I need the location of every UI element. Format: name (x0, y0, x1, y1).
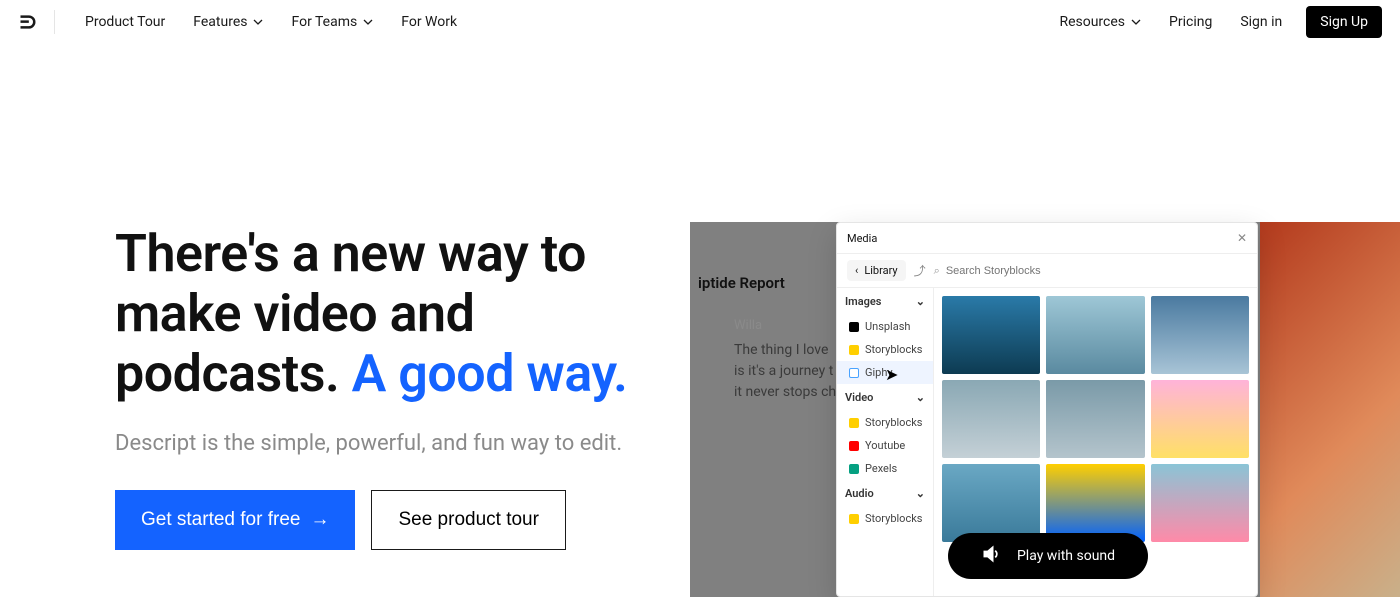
unsplash-icon (849, 322, 859, 332)
source-unsplash[interactable]: Unsplash (837, 315, 933, 338)
chevron-down-icon: ⌄ (916, 391, 925, 404)
source-storyblocks-audio[interactable]: Storyblocks (837, 507, 933, 530)
source-giphy[interactable]: Giphy (837, 361, 933, 384)
chevron-down-icon (253, 17, 263, 27)
btn-label: Get started for free (141, 509, 300, 531)
preview-right-image (1260, 222, 1400, 597)
source-storyblocks-video[interactable]: Storyblocks (837, 411, 933, 434)
back-chevron-icon: ‹ (855, 264, 858, 277)
speaker-icon (981, 544, 1001, 568)
nav-sign-in[interactable]: Sign in (1226, 14, 1296, 30)
doc-title: iptide Report (698, 274, 785, 292)
media-thumb[interactable] (1046, 380, 1144, 458)
nav-right: Resources Pricing Sign in Sign Up (1045, 6, 1382, 38)
media-thumb[interactable] (1151, 296, 1249, 374)
item-label: Youtube (865, 439, 905, 452)
youtube-icon (849, 441, 859, 451)
headline-part-b: A good way. (352, 343, 628, 404)
storyblocks-icon (849, 345, 859, 355)
nav-pricing[interactable]: Pricing (1155, 14, 1226, 30)
group-images[interactable]: Images ⌄ (837, 288, 933, 315)
item-label: Unsplash (865, 320, 910, 333)
media-panel-header: Media ✕ (837, 223, 1257, 254)
sign-up-button[interactable]: Sign Up (1306, 6, 1382, 38)
chevron-down-icon: ⌄ (916, 487, 925, 500)
group-audio[interactable]: Audio ⌄ (837, 480, 933, 507)
giphy-icon (849, 368, 859, 378)
group-label: Video (845, 391, 873, 404)
media-thumb[interactable] (942, 464, 1040, 542)
speaker-name: Willa (734, 318, 762, 333)
descript-logo[interactable] (18, 12, 38, 32)
app-preview: iptide Report Willa The thing I love is … (690, 222, 1400, 597)
search-input[interactable] (946, 265, 1247, 277)
btn-label: See product tour (398, 509, 538, 530)
search-icon: ⌕ (934, 264, 940, 278)
nav-left: Product Tour Features For Teams For Work (18, 10, 471, 34)
library-chip[interactable]: ‹ Library (847, 260, 906, 281)
item-label: Giphy (865, 366, 893, 379)
storyblocks-icon (849, 514, 859, 524)
storyblocks-icon (849, 418, 859, 428)
nav-label: Sign in (1240, 14, 1282, 30)
nav-label: For Teams (291, 14, 357, 30)
nav-label: Features (193, 14, 247, 30)
item-label: Storyblocks (865, 512, 922, 525)
nav-resources[interactable]: Resources (1045, 14, 1155, 30)
top-nav: Product Tour Features For Teams For Work… (0, 0, 1400, 44)
item-label: Storyblocks (865, 416, 922, 429)
nav-label: Pricing (1169, 14, 1212, 30)
source-pexels[interactable]: Pexels (837, 457, 933, 480)
upload-icon[interactable]: ⤴ (914, 262, 926, 279)
nav-divider (54, 10, 55, 34)
nav-features[interactable]: Features (179, 14, 277, 30)
media-thumb[interactable] (942, 296, 1040, 374)
nav-label: Product Tour (85, 14, 165, 30)
play-with-sound-button[interactable]: Play with sound (948, 533, 1148, 579)
nav-for-teams[interactable]: For Teams (277, 14, 387, 30)
product-tour-button[interactable]: See product tour (371, 490, 565, 550)
get-started-button[interactable]: Get started for free → (115, 490, 355, 550)
media-thumb[interactable] (942, 380, 1040, 458)
group-label: Audio (845, 487, 874, 500)
media-thumb[interactable] (1046, 296, 1144, 374)
pexels-icon (849, 464, 859, 474)
media-panel-title: Media (847, 232, 877, 245)
chevron-down-icon (1131, 17, 1141, 27)
nav-product-tour[interactable]: Product Tour (71, 14, 179, 30)
source-youtube[interactable]: Youtube (837, 434, 933, 457)
library-label: Library (864, 264, 897, 277)
media-sidebar: Images ⌄ Unsplash Storyblocks Giphy Video… (837, 288, 934, 596)
media-thumb[interactable] (1151, 380, 1249, 458)
group-label: Images (845, 295, 881, 308)
group-video[interactable]: Video ⌄ (837, 384, 933, 411)
search-wrap: ⌕ (934, 264, 1247, 278)
media-thumb[interactable] (1046, 464, 1144, 542)
nav-label: For Work (401, 14, 457, 30)
source-storyblocks-images[interactable]: Storyblocks (837, 338, 933, 361)
chevron-down-icon: ⌄ (916, 295, 925, 308)
signup-label: Sign Up (1320, 14, 1368, 30)
media-panel-toolbar: ‹ Library ⤴ ⌕ (837, 254, 1257, 288)
nav-label: Resources (1059, 14, 1125, 30)
headline: There's a new way to make video and podc… (115, 224, 640, 403)
item-label: Pexels (865, 462, 897, 475)
play-sound-label: Play with sound (1017, 548, 1115, 564)
chevron-down-icon (363, 17, 373, 27)
media-thumb[interactable] (1151, 464, 1249, 542)
item-label: Storyblocks (865, 343, 922, 356)
close-icon[interactable]: ✕ (1237, 231, 1247, 245)
arrow-right-icon: → (310, 509, 329, 531)
hero-left: There's a new way to make video and podc… (0, 224, 640, 550)
nav-for-work[interactable]: For Work (387, 14, 471, 30)
hero-buttons: Get started for free → See product tour (115, 490, 640, 550)
subheadline: Descript is the simple, powerful, and fu… (115, 431, 640, 456)
